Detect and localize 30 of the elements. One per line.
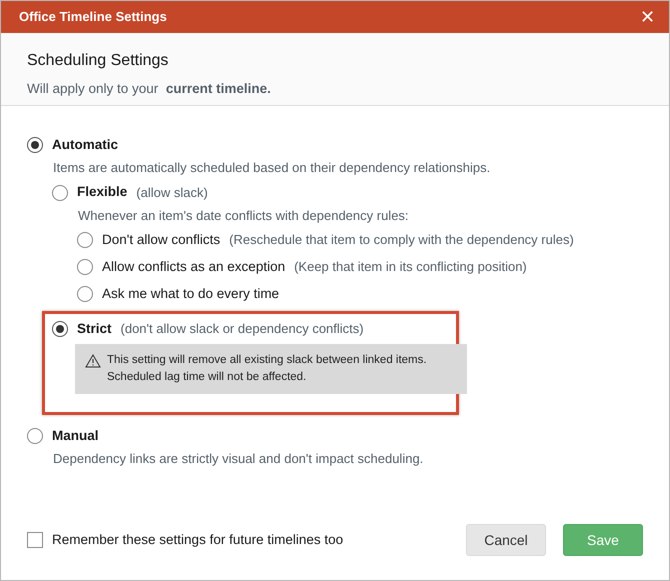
option-note: (Reschedule that item to comply with the dependency rules) bbox=[229, 231, 574, 250]
option-description: Dependency links are strictly visual and don't impact scheduling. bbox=[53, 450, 424, 468]
close-button[interactable]: ✕ bbox=[640, 8, 655, 26]
option-label[interactable]: Flexible bbox=[77, 182, 128, 203]
radio-button[interactable] bbox=[52, 321, 68, 337]
checkbox-label[interactable]: Remember these settings for future timelines too bbox=[52, 530, 344, 550]
cancel-button[interactable]: Cancel bbox=[466, 524, 546, 556]
header-subtitle: Will apply only to your current timeline. bbox=[27, 80, 272, 98]
option-label[interactable]: Strict bbox=[77, 318, 112, 340]
option-label[interactable]: Don't allow conflicts bbox=[102, 230, 220, 250]
warning-text: This setting will remove all existing slack between linked items. Scheduled lag time will not be affected. bbox=[107, 353, 427, 385]
radio-button[interactable] bbox=[77, 259, 93, 275]
window-title: Office Timeline Settings bbox=[19, 8, 167, 26]
radio-button[interactable] bbox=[77, 232, 93, 248]
option-label[interactable]: Automatic bbox=[52, 134, 118, 156]
option-label[interactable]: Ask me what to do every time bbox=[102, 284, 280, 304]
option-label[interactable]: Allow conflicts as an exception bbox=[102, 256, 286, 278]
option-description: Whenever an item's date conflicts with dependency rules: bbox=[78, 206, 409, 225]
header-title: Scheduling Settings bbox=[27, 51, 170, 71]
warning-icon bbox=[85, 354, 101, 368]
checkbox[interactable] bbox=[27, 532, 43, 548]
option-note: (Keep that item in its conflicting position) bbox=[294, 258, 527, 276]
radio-button[interactable] bbox=[27, 137, 43, 153]
option-label[interactable]: Manual bbox=[52, 426, 99, 446]
radio-button[interactable] bbox=[52, 184, 68, 200]
option-description: Items are automatically scheduled based on their dependency relationships. bbox=[53, 159, 490, 177]
option-note: (allow slack) bbox=[136, 184, 208, 202]
radio-button[interactable] bbox=[77, 286, 93, 302]
radio-button[interactable] bbox=[27, 428, 43, 444]
option-note: (don't allow slack or dependency conflicts) bbox=[120, 320, 364, 338]
